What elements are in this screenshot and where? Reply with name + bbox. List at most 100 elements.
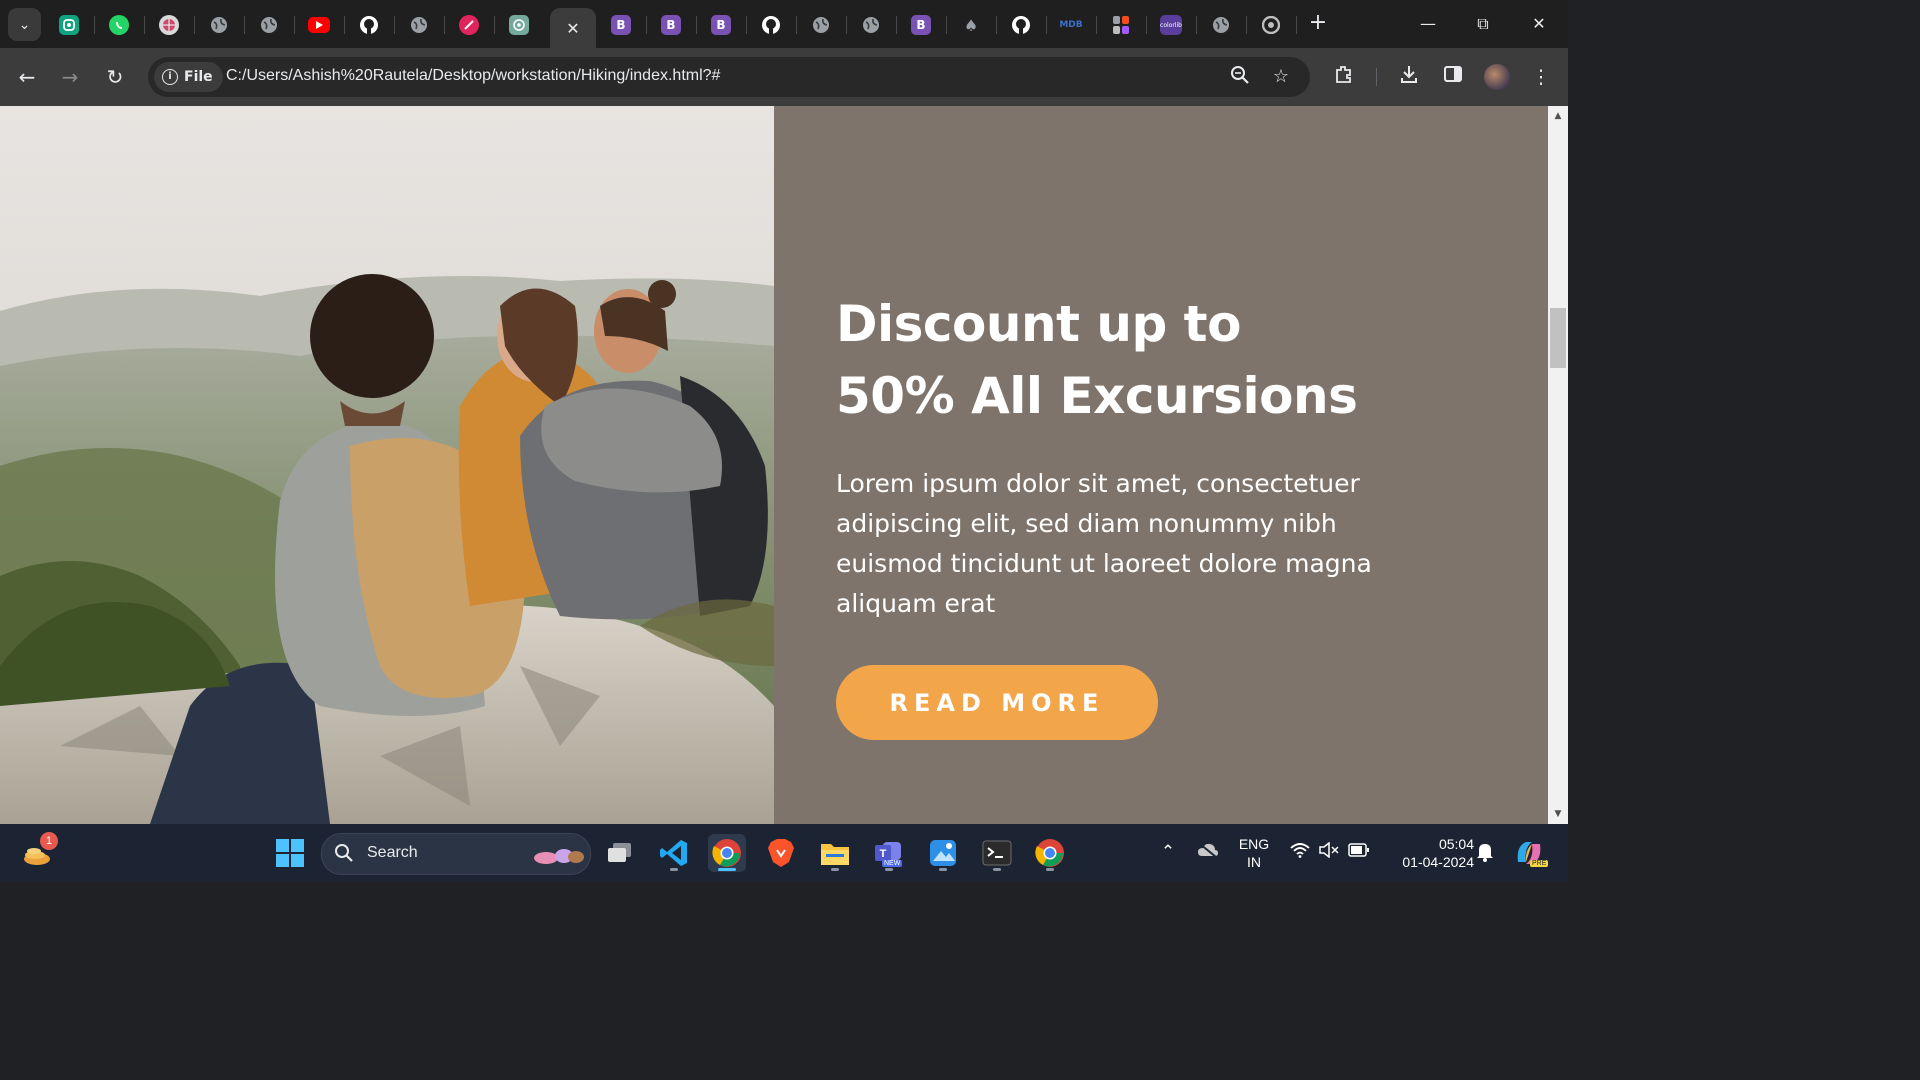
tab-rocket[interactable] (448, 8, 490, 42)
forward-button[interactable]: → (57, 64, 83, 90)
bootstrap-icon: B (661, 15, 681, 35)
side-panel-icon[interactable] (1440, 64, 1466, 90)
scroll-up-arrow-icon[interactable]: ▲ (1548, 106, 1568, 126)
site-info-chip[interactable]: i File (154, 62, 223, 92)
zoom-icon[interactable] (1228, 65, 1252, 89)
copilot-pre-badge: PRE (1530, 860, 1549, 867)
minimize-icon: — (1420, 14, 1436, 33)
notification-badge: 1 (40, 832, 58, 850)
back-button[interactable]: ← (14, 64, 40, 90)
promo-heading: Discount up to 50% All Excursions (836, 288, 1476, 432)
youtube-icon (308, 17, 330, 33)
tab-globe-1[interactable] (198, 8, 240, 42)
bookmark-star-icon[interactable]: ☆ (1269, 65, 1293, 89)
scroll-down-arrow-icon[interactable]: ▼ (1548, 804, 1568, 824)
tab-rabbit[interactable]: ♠ (950, 8, 992, 42)
tab-bootstrap-4[interactable]: B (900, 8, 942, 42)
tab-site[interactable] (148, 8, 190, 42)
new-tab-button[interactable]: + (1306, 12, 1330, 36)
tab-chatgpt-alt[interactable] (48, 8, 90, 42)
tab-mdb[interactable]: MDB (1050, 8, 1092, 42)
github-icon (359, 15, 379, 35)
github-icon (761, 15, 781, 35)
chrome-secondary-button[interactable] (1031, 834, 1069, 872)
search-highlight-icon (534, 849, 584, 864)
globe-icon (409, 15, 429, 35)
task-view-button[interactable] (601, 834, 639, 872)
tab-globe-6[interactable] (1200, 8, 1242, 42)
volume-muted-icon[interactable] (1318, 841, 1340, 863)
plus-icon: + (1308, 10, 1328, 35)
download-icon[interactable] (1396, 64, 1422, 90)
rabbit-icon: ♠ (963, 15, 979, 35)
restore-icon: ⧉ (1477, 14, 1489, 33)
tab-chrome[interactable] (1250, 8, 1292, 42)
tab-bootstrap-3[interactable]: B (700, 8, 742, 42)
tab-globe-4[interactable] (800, 8, 842, 42)
battery-icon[interactable] (1348, 842, 1370, 862)
figma-icon (1111, 15, 1131, 35)
terminal-button[interactable] (978, 834, 1016, 872)
brave-button[interactable] (762, 834, 800, 872)
photos-icon (930, 840, 956, 866)
close-icon[interactable]: ✕ (563, 18, 583, 38)
scroll-thumb[interactable] (1550, 308, 1566, 368)
page-scrollbar[interactable]: ▲ ▼ (1548, 106, 1568, 824)
brave-lion-icon (768, 839, 794, 867)
extensions-icon[interactable] (1331, 64, 1357, 90)
minimize-button[interactable]: — (1413, 10, 1443, 38)
chatgpt-icon (509, 15, 529, 35)
url-text[interactable]: C:/Users/Ashish%20Rautela/Desktop/workst… (226, 67, 720, 85)
promo-body: Lorem ipsum dolor sit amet, consectetuer… (836, 469, 1372, 618)
wifi-icon[interactable] (1289, 842, 1311, 863)
file-explorer-button[interactable] (816, 834, 854, 872)
restore-button[interactable]: ⧉ (1468, 10, 1498, 38)
tab-search-button[interactable]: ⌄ (8, 8, 41, 41)
photos-button[interactable] (924, 834, 962, 872)
globe-icon (861, 15, 881, 35)
tab-github-3[interactable] (1000, 8, 1042, 42)
reload-button[interactable]: ↻ (102, 64, 128, 90)
tab-youtube[interactable] (298, 8, 340, 42)
tab-active-hiking[interactable]: ✕ (550, 8, 596, 48)
bootstrap-icon: B (711, 15, 731, 35)
tab-github-1[interactable] (348, 8, 390, 42)
teams-new-badge: NEW (882, 860, 903, 867)
profile-avatar[interactable] (1484, 64, 1510, 90)
arrow-right-icon: → (61, 65, 79, 89)
language-indicator[interactable]: ENG IN (1234, 835, 1274, 871)
tab-globe-2[interactable] (248, 8, 290, 42)
tab-globe-3[interactable] (398, 8, 440, 42)
start-button[interactable] (271, 834, 309, 872)
vscode-button[interactable] (655, 834, 693, 872)
globe-icon (811, 15, 831, 35)
onedrive-icon[interactable] (1197, 842, 1219, 863)
tab-github-2[interactable] (750, 8, 792, 42)
tab-figma[interactable] (1100, 8, 1142, 42)
github-icon (1011, 15, 1031, 35)
chrome-taskbar-button[interactable] (708, 834, 746, 872)
tab-whatsapp[interactable] (98, 8, 140, 42)
tab-globe-5[interactable] (850, 8, 892, 42)
tab-colorlib[interactable]: colorlib (1150, 8, 1192, 42)
chevron-up-icon[interactable]: ⌃ (1157, 842, 1179, 862)
folder-icon (821, 844, 849, 865)
notification-bell-icon[interactable] (1474, 842, 1496, 867)
address-bar[interactable]: i File C:/Users/Ashish%20Rautela/Desktop… (148, 57, 1310, 97)
teams-button[interactable]: T NEW (870, 834, 908, 872)
reload-icon: ↻ (106, 65, 124, 89)
taskbar-search[interactable]: Search (321, 833, 591, 875)
close-window-button[interactable]: ✕ (1524, 10, 1554, 38)
read-more-button[interactable]: READ MORE (836, 665, 1158, 740)
clock[interactable]: 05:04 01-04-2024 (1382, 835, 1474, 871)
menu-kebab-icon[interactable]: ⋮ (1528, 64, 1554, 90)
tab-strip: ⌄ ✕ B B B B ♠ MDB colorlib + — ⧉ ✕ (0, 0, 1568, 48)
tab-bootstrap-1[interactable]: B (600, 8, 642, 42)
hikers-illustration (0, 106, 774, 824)
terminal-icon (982, 840, 1012, 866)
copilot-button[interactable]: PRE (1510, 834, 1549, 872)
clock-time: 05:04 (1438, 836, 1474, 852)
tab-bootstrap-2[interactable]: B (650, 8, 692, 42)
tab-chatgpt[interactable] (498, 8, 540, 42)
promo-heading-line1: Discount up to (836, 295, 1241, 353)
